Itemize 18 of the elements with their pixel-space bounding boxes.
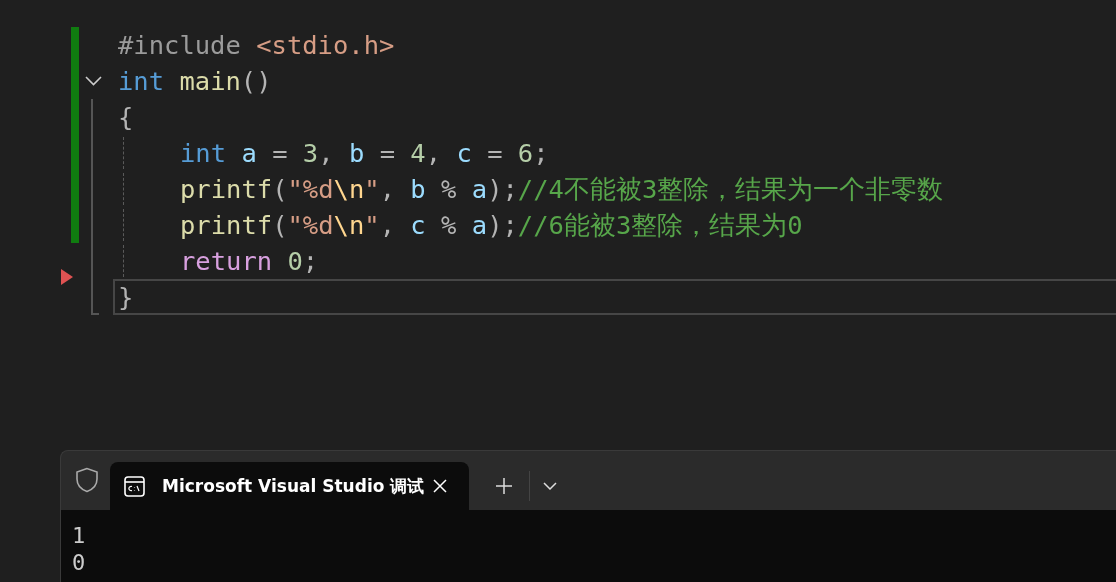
code-line: return 0; xyxy=(179,245,319,278)
chevron-down-icon xyxy=(543,482,557,490)
code-line: } xyxy=(118,281,134,314)
shield-icon xyxy=(75,467,99,493)
console-icon xyxy=(124,475,145,497)
code-line: int a = 3, b = 4, c = 6; xyxy=(179,137,549,170)
terminal-tab[interactable]: Microsoft Visual Studio 调试 xyxy=(110,462,469,510)
code-line: { xyxy=(118,101,134,134)
code-line: printf("%d\n", b % a);//4不能被3整除，结果为一个非零数 xyxy=(179,173,944,206)
output-line: 1 xyxy=(72,522,87,549)
breakpoint-arrow-icon xyxy=(61,269,73,285)
code-line: #include <stdio.h> xyxy=(118,29,395,62)
code-line: printf("%d\n", c % a);//6能被3整除，结果为0 xyxy=(179,209,803,242)
chevron-down-icon[interactable] xyxy=(85,76,102,86)
plus-icon xyxy=(496,478,512,494)
output-line: 0 xyxy=(72,549,87,576)
code-line: int main() xyxy=(118,65,272,98)
close-icon xyxy=(433,479,447,493)
